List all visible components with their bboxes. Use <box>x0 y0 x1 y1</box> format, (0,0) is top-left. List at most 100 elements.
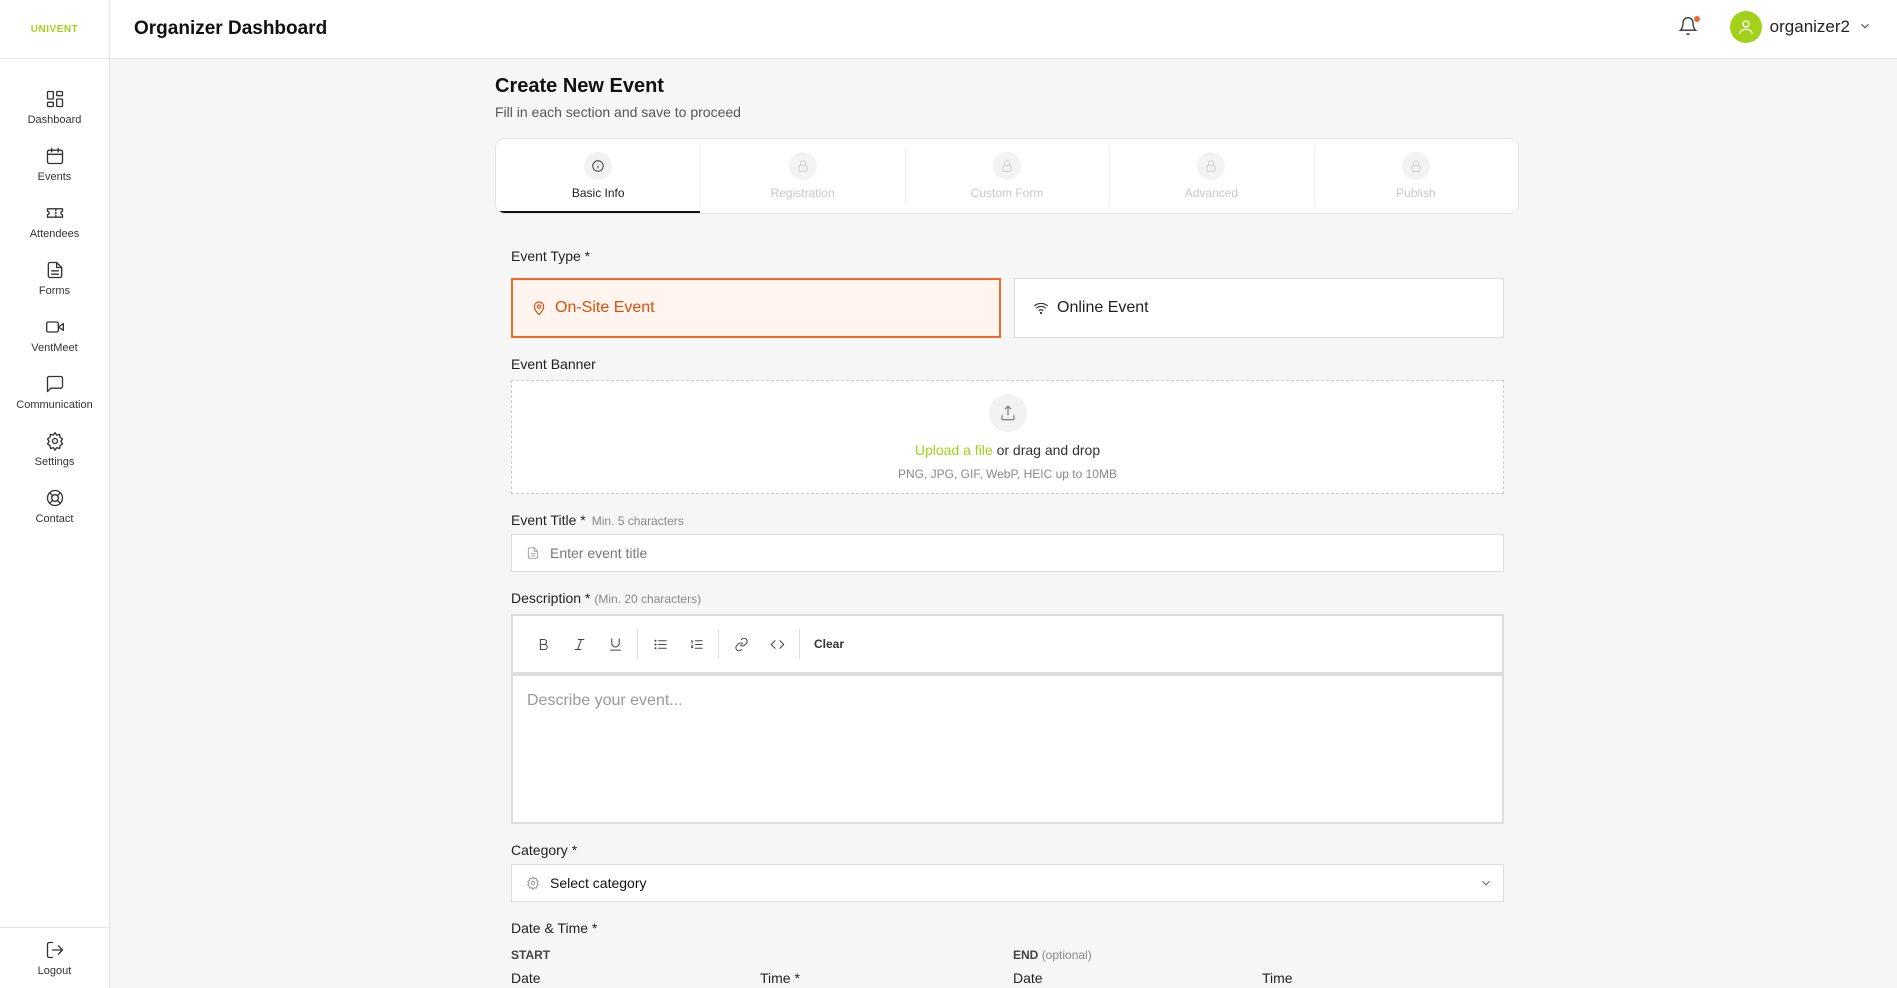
sidebar-item-label: Settings <box>34 456 75 468</box>
sidebar-item-ventmeet[interactable]: VentMeet <box>0 307 109 364</box>
sidebar-item-dashboard[interactable]: Dashboard <box>0 79 109 136</box>
code-button[interactable] <box>759 629 795 659</box>
sidebar: UNIVENT Dashboard Events Attendees Forms… <box>0 0 110 988</box>
datetime-label: Date & Time * <box>511 920 598 936</box>
wifi-icon <box>1033 302 1049 315</box>
step-registration[interactable]: Registration <box>700 139 904 213</box>
start-time-label: Time * <box>760 970 800 986</box>
on-site-event-option[interactable]: On-Site Event <box>511 278 1001 338</box>
event-title-label: Event Title * Min. 5 characters <box>511 512 684 528</box>
underline-button[interactable] <box>597 629 633 659</box>
document-icon <box>47 261 62 279</box>
step-advanced[interactable]: Advanced <box>1109 139 1313 213</box>
lock-icon <box>1206 160 1216 172</box>
editor-toolbar: Clear <box>511 614 1504 674</box>
end-time-label: Time <box>1262 970 1293 986</box>
end-section-label: END (optional) <box>1013 948 1092 962</box>
step-label: Custom Form <box>970 186 1044 200</box>
step-icon <box>1197 152 1226 180</box>
upload-instructions: Upload a file or drag and drop <box>915 442 1100 458</box>
online-event-label: Online Event <box>1057 299 1149 316</box>
sidebar-item-settings[interactable]: Settings <box>0 421 109 478</box>
bullet-list-button[interactable] <box>642 629 678 659</box>
end-optional-text: (optional) <box>1041 948 1092 962</box>
event-title-field <box>511 534 1504 572</box>
on-site-event-label: On-Site Event <box>555 299 655 316</box>
code-icon <box>770 639 784 649</box>
description-input[interactable] <box>527 692 1488 806</box>
gear-icon <box>46 432 63 451</box>
logout-icon <box>46 941 63 959</box>
step-icon <box>1401 152 1430 180</box>
toolbar-divider <box>799 629 800 659</box>
stepper: Basic Info Registration Custom Form Adva… <box>495 138 1519 214</box>
event-type-label: Event Type * <box>511 248 591 264</box>
app-logo[interactable]: UNIVENT <box>31 24 78 35</box>
step-label: Basic Info <box>571 186 625 200</box>
upload-file-link[interactable]: Upload a file <box>915 442 993 458</box>
step-icon <box>584 152 613 180</box>
sidebar-item-contact[interactable]: Contact <box>0 478 109 535</box>
lifebuoy-icon <box>46 489 63 507</box>
logout-button[interactable]: Logout <box>0 928 109 988</box>
sidebar-item-communication[interactable]: Communication <box>0 364 109 421</box>
sidebar-item-label: Communication <box>16 399 93 411</box>
event-title-hint: Min. 5 characters <box>591 514 684 528</box>
category-select[interactable]: Select category <box>511 864 1504 902</box>
gear-icon <box>527 876 539 890</box>
event-title-input[interactable] <box>550 545 1503 561</box>
sidebar-item-forms[interactable]: Forms <box>0 250 109 307</box>
italic-button[interactable] <box>561 629 597 659</box>
sidebar-nav: Dashboard Events Attendees Forms VentMee… <box>0 59 109 535</box>
upload-icon <box>988 393 1027 432</box>
toolbar-divider <box>637 629 638 659</box>
user-menu[interactable]: organizer2 <box>1729 11 1872 43</box>
clear-formatting-button[interactable]: Clear <box>804 637 854 651</box>
lock-icon <box>798 160 808 172</box>
numbered-list-icon <box>690 639 703 649</box>
step-icon <box>788 152 817 180</box>
description-label: Description * (Min. 20 characters) <box>511 590 701 606</box>
underline-icon <box>609 637 621 651</box>
end-date-label: Date <box>1013 970 1043 986</box>
header-title: Organizer Dashboard <box>134 18 328 39</box>
italic-icon <box>574 638 584 650</box>
step-label: Publish <box>1396 186 1436 200</box>
step-icon <box>993 152 1022 180</box>
category-label: Category * <box>511 842 578 858</box>
sidebar-item-attendees[interactable]: Attendees <box>0 193 109 250</box>
sidebar-item-events[interactable]: Events <box>0 136 109 193</box>
step-custom-form[interactable]: Custom Form <box>904 139 1109 213</box>
sidebar-item-label: Forms <box>38 285 71 297</box>
dashboard-icon <box>46 90 63 108</box>
sidebar-item-label: Contact <box>35 513 74 525</box>
description-editor <box>511 674 1504 824</box>
upload-formats: PNG, JPG, GIF, WebP, HEIC up to 10MB <box>898 466 1117 481</box>
page-title: Create New Event <box>495 75 664 97</box>
top-header: Organizer Dashboard organizer2 <box>110 0 1897 59</box>
banner-upload-dropzone[interactable]: Upload a file or drag and drop PNG, JPG,… <box>511 380 1504 494</box>
logo-container: UNIVENT <box>0 0 109 59</box>
document-icon <box>527 547 539 559</box>
numbered-list-button[interactable] <box>678 629 714 659</box>
bold-icon <box>539 638 548 650</box>
notifications-button[interactable] <box>1678 15 1702 41</box>
online-event-option[interactable]: Online Event <box>1014 278 1504 338</box>
step-publish[interactable]: Publish <box>1313 139 1518 213</box>
description-hint: (Min. 20 characters) <box>594 592 702 606</box>
toolbar-divider <box>718 629 719 659</box>
bold-button[interactable] <box>525 629 561 659</box>
bullet-list-icon <box>653 639 667 649</box>
video-icon <box>45 321 64 333</box>
step-basic-info[interactable]: Basic Info <box>496 139 701 213</box>
start-section-label: START <box>511 948 551 962</box>
step-label: Advanced <box>1184 186 1239 200</box>
page-subtitle: Fill in each section and save to proceed <box>495 104 741 120</box>
event-banner-label: Event Banner <box>511 356 596 372</box>
chevron-down-icon <box>1482 880 1490 886</box>
notification-badge <box>1693 15 1701 23</box>
link-button[interactable] <box>723 629 759 659</box>
lock-icon <box>1411 160 1421 172</box>
info-icon <box>592 160 604 172</box>
sidebar-item-label: Events <box>37 171 72 183</box>
